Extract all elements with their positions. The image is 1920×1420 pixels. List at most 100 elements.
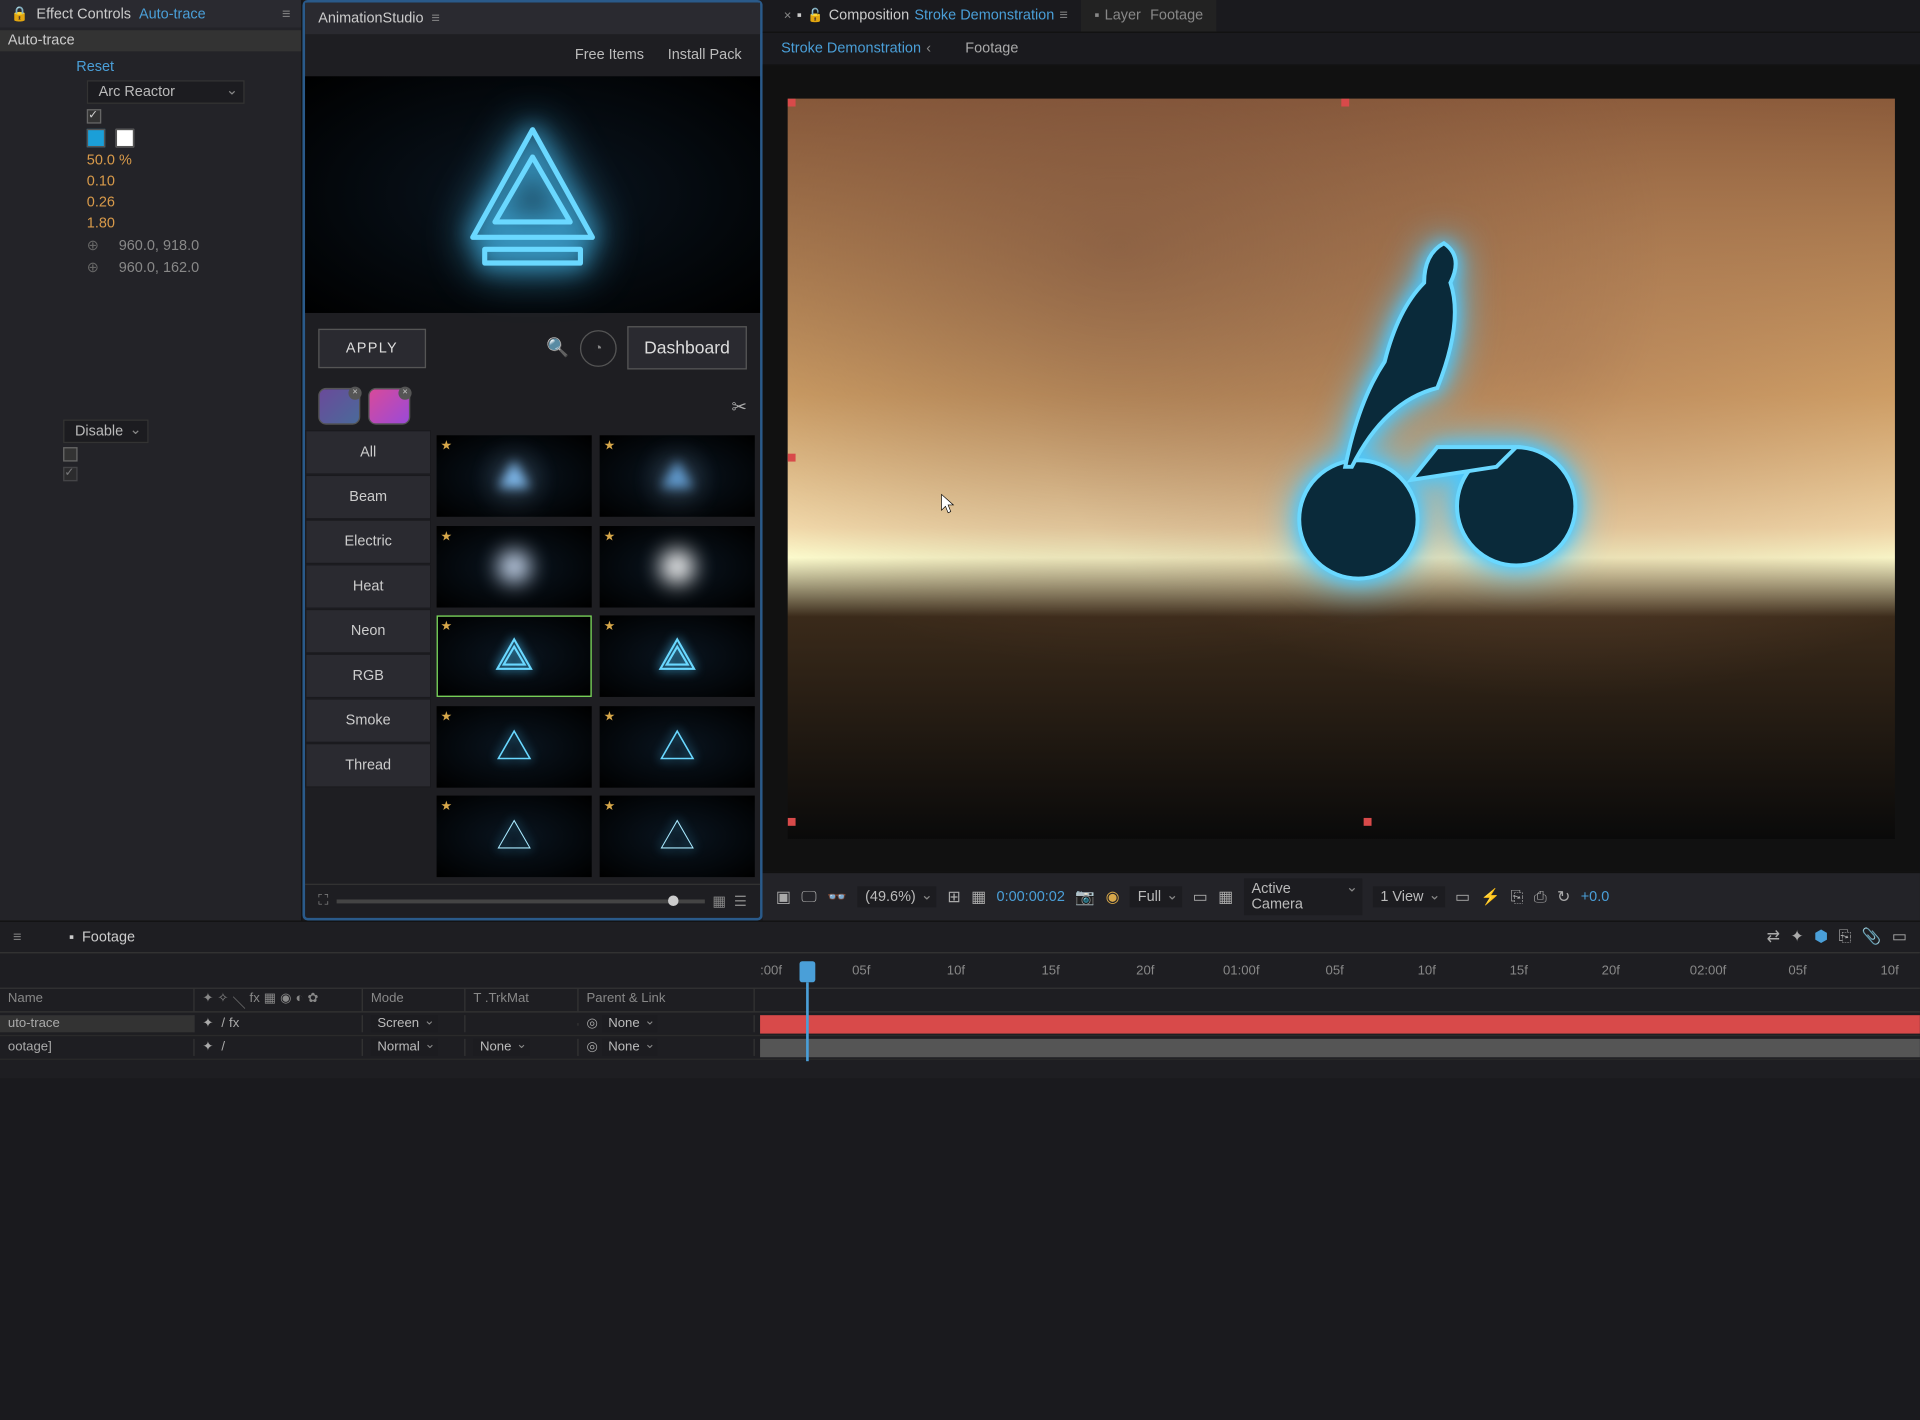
preset-dropdown[interactable]: Arc Reactor [87,80,245,104]
star-icon[interactable]: ★ [604,800,616,814]
timeline-layer[interactable]: uto-trace ✦/fx Screen ◎ None [0,1013,1920,1037]
resolution-dropdown[interactable]: Full [1130,886,1182,907]
mode-dropdown[interactable]: Normal [371,1039,438,1056]
category-neon[interactable]: Neon [305,609,431,654]
category-rgb[interactable]: RGB [305,654,431,699]
switch-icon[interactable]: ✿ [307,992,318,1009]
tl-icon[interactable]: ⎘ [1838,927,1851,947]
list-view-icon[interactable]: ☰ [734,893,747,910]
category-smoke[interactable]: Smoke [305,698,431,743]
composition-tab[interactable]: × ▪ 🔓 Composition Stroke Demonstration ≡ [771,0,1082,32]
selection-handle[interactable] [787,454,795,462]
lock-icon[interactable]: 🔓 [807,9,823,23]
zoom-dropdown[interactable]: (49.6%) [857,886,937,907]
tl-icon[interactable]: ✦ [1790,927,1803,947]
switch-icon[interactable]: ✦ [203,1016,214,1030]
pickwhip-icon[interactable]: ◎ [586,1016,597,1030]
pickwhip-icon[interactable]: ◎ [586,1040,597,1054]
anchor-icon[interactable]: ⊕ [87,259,99,276]
comp-flow-icon[interactable]: ⎙ [1534,887,1547,907]
star-icon[interactable]: ★ [604,439,616,453]
star-icon[interactable]: ★ [441,710,453,724]
category-beam[interactable]: Beam [305,475,431,520]
channel-icon[interactable]: ◉ [1106,888,1120,906]
chip-close-icon[interactable]: × [398,387,411,400]
star-icon[interactable]: ★ [441,439,453,453]
view-dropdown[interactable]: 1 View [1372,886,1444,907]
preset-item[interactable]: ★ [600,525,755,607]
snapshot-icon[interactable]: 📷 [1075,888,1095,906]
preset-item[interactable]: ★ [600,796,755,878]
category-electric[interactable]: Electric [305,519,431,564]
tl-icon[interactable]: ⬢ [1814,927,1828,947]
star-icon[interactable]: ★ [441,620,453,634]
breadcrumb-comp[interactable]: Stroke Demonstration‹ [771,36,942,62]
layer-name[interactable]: uto-trace [0,1015,195,1032]
preset-item[interactable]: ★ [437,525,592,607]
comp-name-link[interactable]: Stroke Demonstration [914,8,1054,24]
star-icon[interactable]: ★ [604,710,616,724]
color-swatch-1[interactable] [87,129,105,147]
star-icon[interactable]: ★ [604,529,616,543]
switch-icon[interactable]: ✧ [217,992,228,1009]
switch-icon[interactable]: fx [250,992,260,1009]
layer-name-link[interactable]: Auto-trace [139,6,206,22]
switch-icon[interactable]: ✦ [203,1040,214,1054]
exposure-value[interactable]: +0.0 [1581,889,1610,905]
layer-bar[interactable] [760,1015,1920,1033]
preset-item[interactable]: ★ [437,616,592,698]
prop-percent[interactable]: 50.0 % [87,153,132,169]
install-pack-button[interactable]: Install Pack [668,47,742,63]
zoom-slider[interactable] [336,899,704,903]
preset-item[interactable]: ★ [437,706,592,788]
tl-icon[interactable]: ⇄ [1767,927,1780,947]
preset-item[interactable]: ★ [437,796,592,878]
star-icon[interactable]: ★ [441,800,453,814]
prop-coord2[interactable]: 960.0, 162.0 [119,260,199,276]
tl-icon[interactable]: ▭ [1892,927,1907,947]
apply-button[interactable]: APPLY [318,328,425,367]
star-icon[interactable]: ★ [604,620,616,634]
selection-handle[interactable] [1341,98,1349,106]
selection-handle[interactable] [1363,818,1371,826]
free-items-button[interactable]: Free Items [575,47,644,63]
search-icon[interactable]: 🔍 [546,337,569,359]
footage-tab[interactable]: Footage [82,929,135,945]
breadcrumb-footage[interactable]: Footage [955,36,1029,62]
as-menu-icon[interactable]: ≡ [431,11,439,27]
reset-exposure-icon[interactable]: ↻ [1557,888,1570,906]
parent-dropdown[interactable]: None [602,1039,658,1056]
prop-coord1[interactable]: 960.0, 918.0 [119,237,199,253]
prop-val1[interactable]: 0.10 [87,174,115,190]
panel-menu-icon[interactable]: ≡ [1060,8,1068,24]
trkmat-dropdown[interactable]: None [473,1039,529,1056]
prop-val3[interactable]: 1.80 [87,216,115,232]
playhead[interactable] [800,961,816,982]
checkbox-1[interactable] [87,109,101,123]
switch-icon[interactable]: ✦ [203,992,214,1009]
parent-dropdown[interactable]: None [602,1015,658,1032]
selection-handle[interactable] [787,98,795,106]
category-heat[interactable]: Heat [305,564,431,609]
close-icon[interactable]: × [784,9,792,23]
expand-icon[interactable]: ⛶ [318,893,328,910]
transparency-icon[interactable]: ▦ [1218,888,1233,906]
disable-dropdown[interactable]: Disable [63,419,148,443]
preset-item[interactable]: ★ [600,706,755,788]
switch-icon[interactable]: ◉ [280,992,291,1009]
alpha-icon[interactable]: ▣ [776,888,791,906]
category-thread[interactable]: Thread [305,743,431,788]
reset-link[interactable]: Reset [76,59,114,75]
checkbox-3[interactable] [63,467,77,481]
checkbox-2[interactable] [63,447,77,461]
timeline-ruler[interactable]: :00f 05f 10f 15f 20f 01:00f 05f 10f 15f … [0,952,1920,989]
panel-menu-icon[interactable]: ≡ [282,6,290,22]
layer-name[interactable]: ootage] [0,1039,195,1056]
prop-val2[interactable]: 0.26 [87,195,115,211]
composition-viewport[interactable] [763,66,1920,872]
selection-handle[interactable] [787,818,795,826]
mode-dropdown[interactable]: Screen [371,1015,438,1032]
mask-icon[interactable]: 👓 [827,888,847,906]
filter-chip-2[interactable]: × [368,388,410,425]
monitor-icon[interactable]: 🖵 [801,887,816,907]
